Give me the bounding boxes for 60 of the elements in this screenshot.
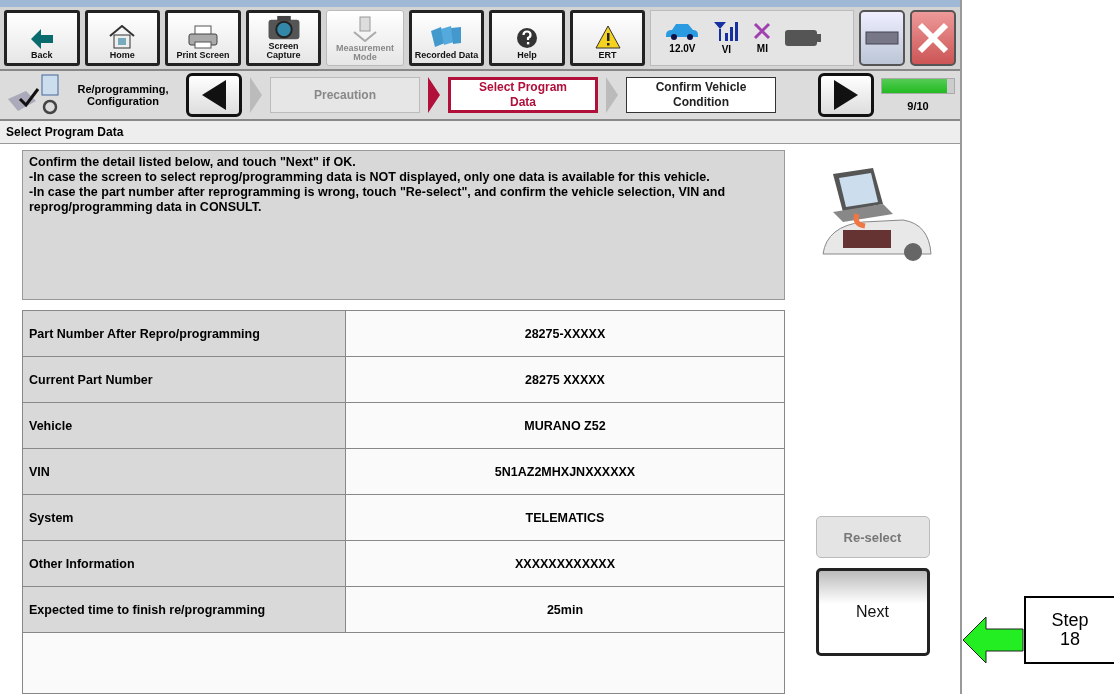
chevron-icon xyxy=(606,76,618,113)
status-label: 12.0V xyxy=(669,42,696,54)
reprogramming-icon xyxy=(6,72,60,117)
signal-icon xyxy=(713,20,740,41)
home-button[interactable]: Home xyxy=(84,9,161,66)
printer-icon xyxy=(186,25,219,50)
next-button[interactable]: Next xyxy=(815,568,930,656)
warning-button[interactable]: ERT xyxy=(569,9,646,66)
help-icon xyxy=(516,27,539,50)
arrow-left-icon xyxy=(962,616,1024,664)
value-cell: 25min xyxy=(346,587,784,632)
help-button[interactable]: Help xyxy=(489,9,565,66)
callout-text: Step xyxy=(1051,611,1089,630)
house-icon xyxy=(109,25,136,50)
value-cell: 28275 XXXXX xyxy=(346,357,784,402)
page-title: Select Program Data xyxy=(0,121,960,144)
previous-button[interactable] xyxy=(186,72,242,117)
label-cell: Other Information xyxy=(23,541,346,586)
print-button[interactable]: Print Screen xyxy=(165,9,241,66)
step-tab[interactable]: Confirm Vehicle Condition xyxy=(626,76,776,113)
callout-text: 18 xyxy=(1060,630,1080,649)
value-cell: XXXXXXXXXXXX xyxy=(346,541,784,586)
minimize-button[interactable] xyxy=(859,9,905,66)
minimize-icon xyxy=(865,30,899,45)
label-cell: Current Part Number xyxy=(23,357,346,402)
value-cell: 28275-XXXXX xyxy=(346,311,784,356)
chevron-icon xyxy=(250,76,262,113)
instruction-text: Confirm the detail listed below, and touch "Next" if OK. xyxy=(29,155,357,170)
instruction-text: -In case the screen to select reprog/programming data is NOT displayed, only one data is available for this vehicle. xyxy=(29,170,711,185)
arrow-left-icon xyxy=(30,29,53,50)
value-cell: MURANO Z52 xyxy=(346,403,784,448)
step-tab[interactable]: Select Program Data xyxy=(448,76,598,113)
section-title: Re/programming, Configuration xyxy=(76,82,170,107)
label-cell: Vehicle xyxy=(23,403,346,448)
label-cell: Expected time to finish re/programming xyxy=(23,587,346,632)
next-step-button[interactable] xyxy=(818,72,874,117)
label-cell: Part Number After Repro/programming xyxy=(23,311,346,356)
back-button[interactable]: Back xyxy=(4,9,80,66)
battery-icon xyxy=(785,29,822,46)
cross-icon xyxy=(753,21,772,40)
car-icon xyxy=(665,21,700,40)
camera-button[interactable]: Screen Capture xyxy=(245,9,322,66)
folders-button[interactable]: Recorded Data xyxy=(408,9,485,66)
instruction-text: -In case the part number after reprogramming is wrong, touch "Re-select", and confirm the vehicle selection, VIN and reprog/programming data in CONSULT. xyxy=(29,185,727,215)
label-cell: VIN xyxy=(23,449,346,494)
value-cell: TELEMATICS xyxy=(346,495,784,540)
label-cell: System xyxy=(23,495,346,540)
value-cell: 5N1AZ2MHXJNXXXXXX xyxy=(346,449,784,494)
folders-icon xyxy=(429,25,464,50)
close-button[interactable] xyxy=(910,9,956,66)
warning-icon xyxy=(594,25,621,50)
triangle-left-icon xyxy=(202,79,226,110)
triangle-right-icon xyxy=(834,79,858,110)
status-label: VI xyxy=(721,43,732,55)
close-icon xyxy=(916,20,950,55)
status-label: MI xyxy=(756,42,768,54)
progress-label: 9/10 xyxy=(907,99,929,112)
chevron-icon xyxy=(428,76,440,113)
meter-icon xyxy=(352,15,378,42)
camera-icon xyxy=(266,14,301,40)
